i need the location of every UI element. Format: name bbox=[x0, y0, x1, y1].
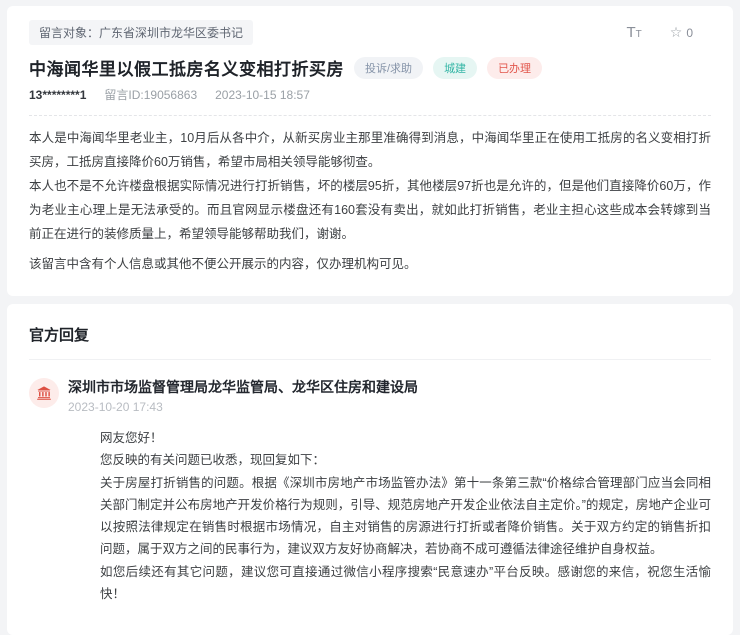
privacy-note: 该留言中含有个人信息或其他不便公开展示的内容，仅办理机构可见。 bbox=[29, 252, 711, 276]
reply-paragraph: 网友您好！ bbox=[100, 427, 711, 449]
tag-complaint-type: 投诉/求助 bbox=[354, 57, 423, 79]
official-reply-heading: 官方回复 bbox=[29, 324, 711, 345]
font-size-icon-large-t: T bbox=[626, 24, 635, 41]
favorite-count: 0 bbox=[686, 26, 693, 40]
favorite-button[interactable]: ☆ 0 bbox=[670, 24, 693, 41]
page: 留言对象：广东省深圳市龙华区委书记 TT ☆ 0 中海闻华里以假工抵房名义变相打… bbox=[0, 0, 740, 635]
tag-domain-category: 城建 bbox=[433, 57, 477, 79]
title-row: 中海闻华里以假工抵房名义变相打折买房 投诉/求助 城建 已办理 bbox=[29, 55, 711, 80]
star-icon: ☆ bbox=[670, 24, 683, 41]
reply-header: 深圳市市场监督管理局龙华监管局、龙华区住房和建设局 2023-10-20 17:… bbox=[29, 378, 711, 414]
message-header-row: 留言对象：广东省深圳市龙华区委书记 TT ☆ 0 bbox=[29, 20, 711, 45]
dashed-divider bbox=[29, 115, 711, 116]
government-building-icon bbox=[29, 378, 59, 408]
official-reply-card: 官方回复 深圳市市场监督管理局龙华监管局、龙华区住房和建设局 2023-10-2… bbox=[7, 304, 733, 635]
message-toolbar: TT ☆ 0 bbox=[626, 24, 711, 41]
reply-divider bbox=[29, 359, 711, 360]
reply-paragraph: 如您后续还有其它问题，建议您可直接通过微信小程序搜索“民意速办”平台反映。感谢您… bbox=[100, 561, 711, 606]
reply-paragraph: 关于房屋打折销售的问题。根据《深圳市房地产市场监管办法》第十一条第三款“价格综合… bbox=[100, 472, 711, 561]
user-masked-phone: 13********1 bbox=[29, 88, 86, 102]
reply-paragraph: 您反映的有关问题已收悉，现回复如下： bbox=[100, 449, 711, 471]
recipient-badge: 留言对象：广东省深圳市龙华区委书记 bbox=[29, 20, 253, 45]
reply-agency-name: 深圳市市场监督管理局龙华监管局、龙华区住房和建设局 bbox=[68, 378, 418, 396]
font-size-icon-small-t: T bbox=[636, 29, 642, 40]
message-paragraph: 本人也不是不允许楼盘根据实际情况进行打折销售，坏的楼层95折，其他楼层97折也是… bbox=[29, 174, 711, 246]
message-body: 本人是中海闻华里老业主，10月后从各中介，从新买房业主那里准确得到消息，中海闻华… bbox=[29, 126, 711, 276]
reply-date: 2023-10-20 17:43 bbox=[68, 400, 418, 414]
message-title: 中海闻华里以假工抵房名义变相打折买房 bbox=[29, 55, 344, 80]
reply-body: 网友您好！ 您反映的有关问题已收悉，现回复如下： 关于房屋打折销售的问题。根据《… bbox=[100, 427, 711, 605]
font-size-icon[interactable]: TT bbox=[626, 25, 641, 41]
message-card: 留言对象：广东省深圳市龙华区委书记 TT ☆ 0 中海闻华里以假工抵房名义变相打… bbox=[7, 6, 733, 296]
reply-agency-block: 深圳市市场监督管理局龙华监管局、龙华区住房和建设局 2023-10-20 17:… bbox=[68, 378, 418, 414]
message-id: 留言ID:19056863 bbox=[104, 86, 197, 103]
tag-status-badge: 已办理 bbox=[487, 57, 542, 79]
message-paragraph: 本人是中海闻华里老业主，10月后从各中介，从新买房业主那里准确得到消息，中海闻华… bbox=[29, 126, 711, 174]
message-time: 2023-10-15 18:57 bbox=[215, 88, 310, 102]
meta-row: 13********1 留言ID:19056863 2023-10-15 18:… bbox=[29, 86, 711, 103]
